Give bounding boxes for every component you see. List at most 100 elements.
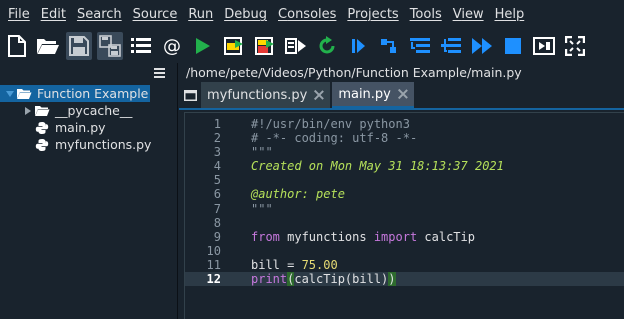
tree-item-myfunctions-py[interactable]: myfunctions.py: [0, 136, 177, 153]
code-line[interactable]: 4 Created on Mon May 31 18:13:37 2021: [185, 159, 624, 173]
tree-item-label: myfunctions.py: [55, 137, 152, 152]
toolbar: @: [0, 29, 624, 63]
line-number: 6: [213, 187, 221, 202]
svg-text:@: @: [163, 36, 181, 56]
menu-debug[interactable]: Debug: [220, 0, 271, 29]
tab-main-py[interactable]: main.py: [332, 82, 414, 108]
save-icon: [69, 36, 89, 56]
tree-item-project-root[interactable]: Function Example: [0, 85, 150, 102]
new-file-button[interactable]: [4, 32, 30, 60]
line-number: 3: [213, 145, 221, 160]
code-line[interactable]: 1 #!/usr/bin/env python3: [185, 117, 624, 131]
code-text: bill = 75.00: [221, 258, 338, 272]
code-line[interactable]: 11 bill = 75.00: [185, 258, 624, 272]
at-symbol-button[interactable]: @: [159, 32, 185, 60]
code-token: calcTip: [417, 229, 475, 244]
new-file-icon: [8, 35, 26, 57]
tree-item-main-py[interactable]: main.py: [0, 119, 177, 136]
menu-run[interactable]: Run: [184, 0, 217, 29]
line-number: 11: [206, 257, 221, 272]
code-token: # -*- coding: utf-8 -*-: [251, 131, 418, 146]
fullscreen-icon: [565, 36, 585, 56]
code-text: """: [221, 145, 273, 159]
outline-list-button[interactable]: [128, 32, 154, 60]
menu-search[interactable]: Search: [73, 0, 126, 29]
code-token: print: [251, 272, 288, 287]
code-token: Created on Mon May 31 18:13:37 2021: [251, 159, 504, 174]
code-text: from myfunctions import calcTip: [221, 230, 475, 244]
rerun-button[interactable]: [314, 32, 340, 60]
run-selection-button[interactable]: [283, 32, 309, 60]
code-token: #!/usr/bin/env python3: [251, 117, 410, 131]
code-line[interactable]: 2 # -*- coding: utf-8 -*-: [185, 131, 624, 145]
browse-tabs-button[interactable]: [179, 82, 201, 108]
code-editor[interactable]: 1 #!/usr/bin/env python3 2 # -*- coding: ut…: [184, 112, 624, 319]
save-button[interactable]: [66, 32, 92, 60]
line-number: 7: [213, 201, 221, 216]
code-line[interactable]: 9 from myfunctions import calcTip: [185, 230, 624, 244]
line-number: 10: [206, 243, 221, 258]
run-selection-icon: [285, 36, 307, 56]
step-button[interactable]: [376, 32, 402, 60]
python-file-icon: [34, 138, 50, 152]
open-folder-button[interactable]: [35, 32, 61, 60]
code-token: 75.00: [301, 257, 338, 272]
step-return-button[interactable]: [438, 32, 464, 60]
close-icon[interactable]: [397, 88, 409, 100]
fullscreen-button[interactable]: [562, 32, 588, 60]
maximize-pane-button[interactable]: [531, 32, 557, 60]
project-explorer-header: [0, 63, 177, 85]
stop-icon: [504, 37, 522, 55]
code-token: myfunctions: [279, 229, 374, 244]
line-number: 1: [213, 117, 221, 131]
code-line[interactable]: 8: [185, 216, 624, 230]
line-number: 2: [213, 131, 221, 146]
menu-help[interactable]: Help: [491, 0, 529, 29]
menu-source[interactable]: Source: [129, 0, 182, 29]
menu-file[interactable]: File: [4, 0, 34, 29]
tree-item-label: Function Example: [37, 86, 149, 101]
line-number: 5: [213, 173, 221, 188]
code-token: @author: pete: [251, 187, 345, 202]
code-line[interactable]: 7 """: [185, 202, 624, 216]
run-cell-advance-button[interactable]: [252, 32, 278, 60]
menu-view[interactable]: View: [449, 0, 488, 29]
line-number: 4: [213, 159, 221, 174]
close-icon[interactable]: [313, 89, 325, 101]
menu-projects[interactable]: Projects: [343, 0, 402, 29]
code-line[interactable]: 10: [185, 244, 624, 258]
file-path-label: /home/pete/Videos/Python/Function Exampl…: [179, 63, 624, 83]
code-line[interactable]: 5: [185, 173, 624, 187]
debug-button[interactable]: [345, 32, 371, 60]
save-all-button[interactable]: [97, 32, 123, 60]
code-token: """: [251, 201, 273, 216]
line-number: 9: [213, 229, 221, 244]
chevron-down-icon[interactable]: [4, 88, 16, 100]
code-text: Created on Mon May 31 18:13:37 2021: [221, 159, 504, 173]
run-cell-button[interactable]: [221, 32, 247, 60]
tree-item-pycache[interactable]: __pycache__: [0, 102, 177, 119]
code-line[interactable]: 6 @author: pete: [185, 187, 624, 201]
run-button[interactable]: [190, 32, 216, 60]
python-file-icon: [34, 121, 50, 135]
stop-button[interactable]: [500, 32, 526, 60]
folder-open-icon: [16, 87, 32, 101]
window-icon: [183, 89, 197, 101]
chevron-right-icon[interactable]: [22, 105, 34, 117]
step-into-button[interactable]: [407, 32, 433, 60]
options-menu-icon[interactable]: [154, 68, 165, 79]
tab-myfunctions-py[interactable]: myfunctions.py: [201, 82, 331, 108]
code-token: calcTip(bill): [294, 272, 389, 287]
code-token: from: [251, 229, 280, 244]
menu-tools[interactable]: Tools: [406, 0, 446, 29]
code-line[interactable]: 3 """: [185, 145, 624, 159]
folder-icon: [34, 104, 50, 118]
maximize-pane-icon: [533, 37, 555, 55]
continue-button[interactable]: [469, 32, 495, 60]
step-return-icon: [440, 36, 462, 56]
menu-consoles[interactable]: Consoles: [274, 0, 340, 29]
code-line[interactable]: 12 print(calcTip(bill)): [185, 272, 624, 287]
code-text: @author: pete: [221, 187, 345, 201]
code-token: import: [373, 229, 418, 244]
menu-edit[interactable]: Edit: [37, 0, 70, 29]
